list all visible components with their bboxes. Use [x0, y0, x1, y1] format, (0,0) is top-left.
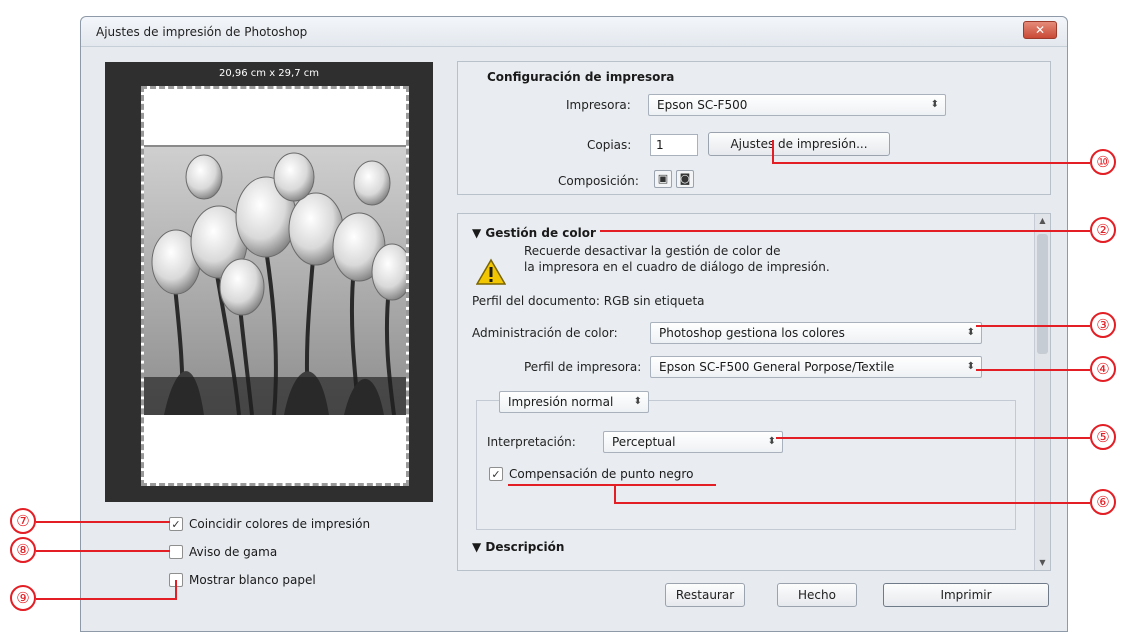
- vertical-scrollbar[interactable]: ▲ ▼: [1034, 214, 1050, 570]
- print-mode-group: Impresión normal ⬍ Interpretación: Perce…: [476, 391, 1016, 530]
- printer-profile-select[interactable]: Epson SC-F500 General Porpose/Textile ⬍: [650, 356, 982, 378]
- annotation-line: [600, 230, 1090, 232]
- print-settings-dialog: Ajustes de impresión de Photoshop ✕ 20,9…: [80, 16, 1068, 632]
- close-button[interactable]: ✕: [1023, 21, 1057, 39]
- color-handling-label: Administración de color:: [472, 326, 618, 340]
- annotation-line: [508, 484, 716, 486]
- printer-setup-title: Configuración de impresora: [487, 70, 675, 84]
- gamut-warning-option[interactable]: Aviso de gama: [169, 545, 277, 559]
- copies-input[interactable]: 1: [650, 134, 698, 156]
- annotation-line: [36, 598, 177, 600]
- match-colors-label: Coincidir colores de impresión: [189, 517, 371, 531]
- match-colors-option[interactable]: ✓ Coincidir colores de impresión: [169, 517, 370, 531]
- annotation-line: [772, 140, 774, 164]
- scrollbar-thumb[interactable]: [1037, 234, 1048, 354]
- rendering-select[interactable]: Perceptual ⬍: [603, 431, 783, 453]
- select-arrow-icon: ⬍: [633, 396, 642, 407]
- annotation-7: ⑦: [10, 508, 36, 534]
- annotation-line: [772, 162, 1090, 164]
- annotation-9: ⑨: [10, 585, 36, 611]
- select-arrow-icon: ⬍: [930, 99, 939, 110]
- select-arrow-icon: ⬍: [966, 361, 975, 372]
- gamut-warning-checkbox[interactable]: [169, 545, 183, 559]
- collapse-triangle-icon: ▼: [472, 540, 486, 554]
- annotation-6: ⑥: [1090, 489, 1116, 515]
- rendering-value: Perceptual: [612, 435, 676, 449]
- description-title: Descripción: [485, 540, 565, 554]
- scroll-down-icon[interactable]: ▼: [1035, 556, 1050, 570]
- description-header[interactable]: ▼ Descripción: [472, 540, 564, 554]
- annotation-line: [175, 580, 177, 600]
- annotation-line: [614, 502, 1090, 504]
- select-arrow-icon: ⬍: [966, 327, 975, 338]
- paper-white-option[interactable]: Mostrar blanco papel: [169, 573, 316, 587]
- black-point-option[interactable]: ✓ Compensación de punto negro: [489, 467, 693, 481]
- title-bar: Ajustes de impresión de Photoshop ✕: [81, 17, 1067, 47]
- scroll-up-icon[interactable]: ▲: [1035, 214, 1050, 228]
- printer-profile-label: Perfil de impresora:: [524, 360, 642, 374]
- annotation-5: ⑤: [1090, 424, 1116, 450]
- warning-line-2: la impresora en el cuadro de diálogo de …: [524, 260, 830, 274]
- paper-white-label: Mostrar blanco papel: [189, 573, 316, 587]
- annotation-10: ⑩: [1090, 149, 1116, 175]
- annotation-line: [614, 484, 616, 504]
- document-profile: Perfil del documento: RGB sin etiqueta: [472, 294, 705, 308]
- preview-paper: [141, 86, 409, 486]
- annotation-line: [976, 369, 1090, 371]
- annotation-2: ②: [1090, 217, 1116, 243]
- warning-line-1: Recuerde desactivar la gestión de color …: [524, 244, 781, 258]
- annotation-3: ③: [1090, 312, 1116, 338]
- color-management-header[interactable]: ▼ Gestión de color: [472, 226, 596, 240]
- paper-size-label: 20,96 cm x 29,7 cm: [218, 68, 319, 79]
- printer-value: Epson SC-F500: [657, 98, 748, 112]
- done-button[interactable]: Hecho: [777, 583, 857, 607]
- print-preview: 20,96 cm x 29,7 cm: [105, 62, 433, 502]
- portrait-layout-icon[interactable]: ▣: [654, 170, 672, 188]
- settings-scroll-panel: ▼ Gestión de color Recuerde desactivar l…: [457, 213, 1051, 571]
- gamut-warning-label: Aviso de gama: [189, 545, 278, 559]
- landscape-layout-icon[interactable]: ◙: [676, 170, 694, 188]
- annotation-line: [976, 325, 1090, 327]
- printer-label: Impresora:: [566, 98, 631, 112]
- layout-label: Composición:: [558, 174, 639, 188]
- match-colors-checkbox[interactable]: ✓: [169, 517, 183, 531]
- printer-setup-group: Configuración de impresora Impresora: Ep…: [457, 61, 1051, 195]
- reset-button[interactable]: Restaurar: [665, 583, 745, 607]
- tulips-image: [144, 147, 406, 415]
- annotation-line: [36, 521, 170, 523]
- color-handling-select[interactable]: Photoshop gestiona los colores ⬍: [650, 322, 982, 344]
- annotation-line: [776, 437, 1090, 439]
- printer-profile-value: Epson SC-F500 General Porpose/Textile: [659, 360, 895, 374]
- preview-image: [144, 147, 406, 415]
- print-mode-value: Impresión normal: [508, 395, 614, 409]
- window-title: Ajustes de impresión de Photoshop: [96, 25, 308, 39]
- color-management-title: Gestión de color: [485, 226, 596, 240]
- collapse-triangle-icon: ▼: [472, 226, 486, 240]
- printer-select[interactable]: Epson SC-F500 ⬍: [648, 94, 946, 116]
- select-arrow-icon: ⬍: [767, 436, 776, 447]
- print-settings-button[interactable]: Ajustes de impresión...: [708, 132, 890, 156]
- annotation-4: ④: [1090, 356, 1116, 382]
- annotation-line: [36, 550, 170, 552]
- copies-label: Copias:: [587, 138, 632, 152]
- rendering-label: Interpretación:: [487, 435, 576, 449]
- print-mode-select[interactable]: Impresión normal ⬍: [499, 391, 649, 413]
- color-handling-value: Photoshop gestiona los colores: [659, 326, 845, 340]
- print-button[interactable]: Imprimir: [883, 583, 1049, 607]
- black-point-label: Compensación de punto negro: [509, 467, 694, 481]
- black-point-checkbox[interactable]: ✓: [489, 467, 503, 481]
- warning-icon: [476, 258, 506, 285]
- annotation-8: ⑧: [10, 537, 36, 563]
